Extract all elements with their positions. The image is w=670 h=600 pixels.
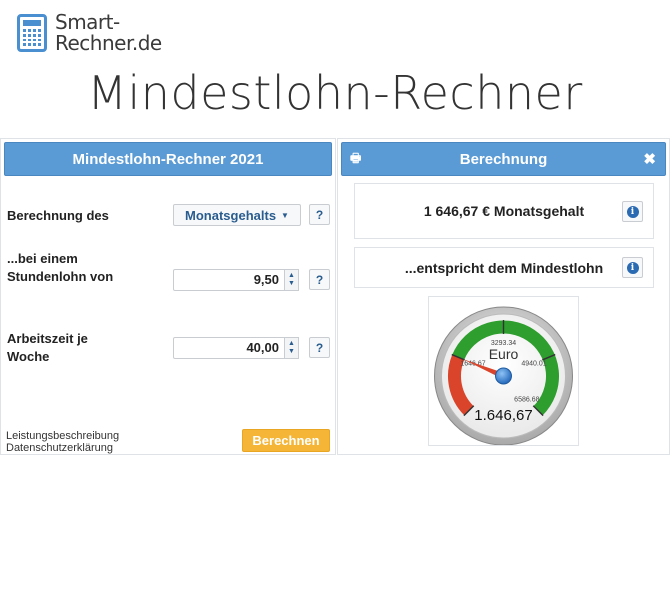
result-monthly-salary: 1 646,67 € Monatsgehalt i — [354, 183, 654, 239]
calc-type-select[interactable]: Monatsgehalts ▼ — [173, 204, 301, 226]
chevron-down-icon: ▼ — [281, 210, 289, 220]
calc-type-label: Berechnung des — [7, 208, 109, 223]
working-time-input[interactable]: 40,00 — [173, 337, 285, 359]
result-min-wage-note: ...entspricht dem Mindestlohn i — [354, 247, 654, 288]
service-description-link[interactable]: Leistungsbeschreibung — [6, 430, 119, 442]
close-icon[interactable]: ✖ — [643, 150, 656, 168]
salary-gauge: 1646.673293.344940.016586.68 Euro 1.646,… — [434, 306, 573, 446]
calculator-header: Mindestlohn-Rechner 2021 — [4, 142, 332, 176]
gauge-frame: 1646.673293.344940.016586.68 Euro 1.646,… — [428, 296, 579, 446]
footer-links: Leistungsbeschreibung Datenschutzerkläru… — [6, 430, 119, 454]
hourly-wage-stepper[interactable]: ▲ ▼ — [284, 269, 299, 291]
privacy-policy-link[interactable]: Datenschutzerklärung — [6, 442, 119, 454]
gauge-tick-label: 4940.01 — [521, 360, 546, 367]
info-icon: i — [626, 205, 639, 218]
calculate-button[interactable]: Berechnen — [242, 429, 330, 452]
brand-name: Smart- Rechner.de — [55, 10, 162, 55]
info-icon: i — [626, 261, 639, 274]
working-time-help-button[interactable]: ? — [309, 337, 330, 358]
result-info-button[interactable]: i — [622, 201, 643, 222]
result-header: 🖶 Berechnung ✖ — [341, 142, 666, 176]
calc-type-help-button[interactable]: ? — [309, 204, 330, 225]
hourly-wage-help-button[interactable]: ? — [309, 269, 330, 290]
gauge-unit-label: Euro — [489, 346, 519, 362]
hourly-wage-input[interactable]: 9,50 — [173, 269, 285, 291]
print-icon[interactable]: 🖶 — [350, 149, 361, 170]
gauge-value-label: 1.646,67 — [474, 407, 532, 424]
hourly-wage-label: ...bei einem Stundenlohn von — [7, 251, 114, 284]
working-time-stepper[interactable]: ▲ ▼ — [284, 337, 299, 359]
calculator-icon — [17, 14, 47, 52]
gauge-hub — [495, 367, 512, 385]
calculator-panel: Mindestlohn-Rechner 2021 Berechnung des … — [0, 138, 336, 455]
page-title: Mindestlohn-Rechner — [87, 66, 583, 120]
result-panel: 🖶 Berechnung ✖ 1 646,67 € Monatsgehalt i… — [337, 138, 670, 455]
working-time-label: Arbeitszeit je Woche — [7, 331, 88, 364]
gauge-tick-label: 6586.68 — [514, 396, 539, 403]
brand-logo[interactable]: Smart- Rechner.de — [17, 12, 162, 54]
min-wage-info-button[interactable]: i — [622, 257, 643, 278]
